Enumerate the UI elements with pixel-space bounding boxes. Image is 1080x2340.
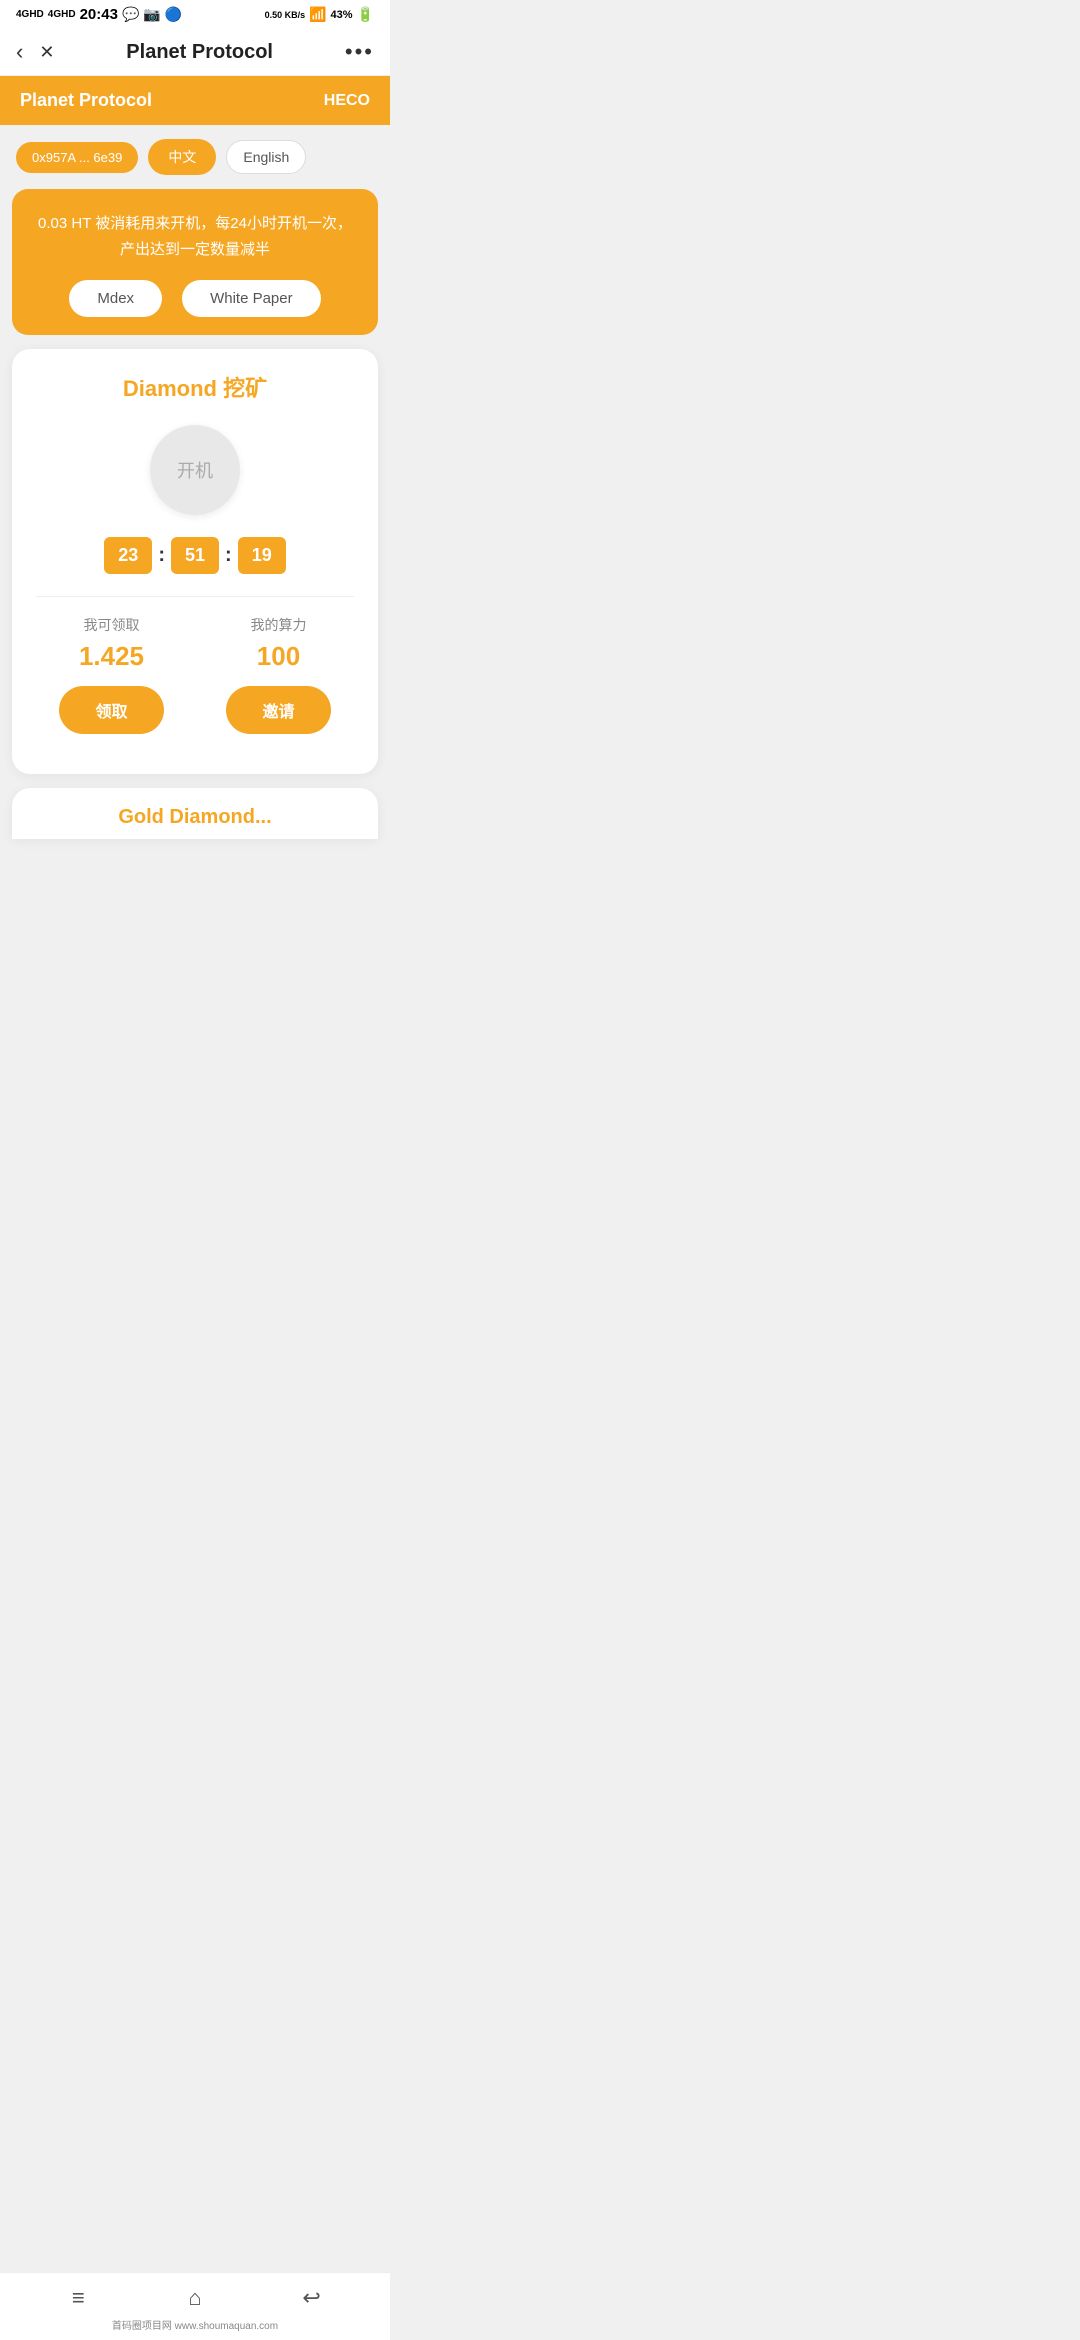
power-value: 100: [226, 641, 330, 672]
power-stat: 我的算力 100 邀请: [226, 615, 330, 734]
menu-icon[interactable]: ≡: [58, 2283, 98, 2313]
nav-left-icons: ‹ ✕: [16, 39, 54, 65]
close-button[interactable]: ✕: [39, 42, 54, 63]
mdex-button[interactable]: Mdex: [69, 280, 162, 317]
banner-chain: HECO: [324, 92, 370, 110]
nav-bar: ‹ ✕ Planet Protocol •••: [0, 29, 390, 76]
back-button[interactable]: ‹: [16, 39, 23, 65]
info-card-buttons: Mdex White Paper: [32, 280, 358, 317]
banner-title: Planet Protocol: [20, 90, 152, 111]
status-time: 20:43: [80, 6, 118, 23]
power-label: 我的算力: [226, 615, 330, 635]
timer-minutes: 51: [171, 537, 219, 574]
wifi-icon: 📶: [309, 6, 326, 23]
battery-icon: 🔋: [357, 6, 374, 23]
status-right: 0.50 KB/s 📶 43% 🔋: [265, 6, 374, 23]
watermark: 首码圈项目网 www.shoumaquan.com: [112, 2317, 278, 2332]
back-nav-icon[interactable]: ↩: [292, 2283, 332, 2313]
mining-card: Diamond 挖矿 开机 23 : 51 : 19 我可领取 1.425 领取…: [12, 349, 378, 774]
white-paper-button[interactable]: White Paper: [182, 280, 321, 317]
stats-row: 我可领取 1.425 领取 我的算力 100 邀请: [28, 615, 362, 734]
earnings-value: 1.425: [59, 641, 163, 672]
timer-hours: 23: [104, 537, 152, 574]
timer-seconds: 19: [238, 537, 286, 574]
claim-button[interactable]: 领取: [59, 686, 163, 734]
battery-text: 43%: [331, 9, 353, 21]
signal-1: 4GHD: [16, 9, 44, 20]
info-card: 0.03 HT 被消耗用来开机，每24小时开机一次，产出达到一定数量减半 Mde…: [12, 189, 378, 335]
more-button[interactable]: •••: [345, 39, 374, 65]
lang-zh-button[interactable]: 中文: [148, 139, 216, 175]
controls-row: 0x957A ... 6e39 中文 English: [0, 125, 390, 189]
info-card-text: 0.03 HT 被消耗用来开机，每24小时开机一次，产出达到一定数量减半: [32, 211, 358, 262]
bottom-nav-icons: ≡ ⌂ ↩: [0, 2283, 390, 2313]
lang-en-button[interactable]: English: [226, 140, 306, 174]
notification-icon: 📷: [143, 6, 160, 23]
status-bar: 4GHD 4GHD 20:43 💬 📷 🔵 0.50 KB/s 📶 43% 🔋: [0, 0, 390, 29]
divider: [36, 596, 354, 597]
power-button[interactable]: 开机: [150, 425, 240, 515]
partial-card: Gold Diamond...: [12, 788, 378, 839]
header-banner: Planet Protocol HECO: [0, 76, 390, 125]
partial-card-title: Gold Diamond...: [28, 806, 362, 829]
mining-title: Diamond 挖矿: [28, 371, 362, 403]
earnings-label: 我可领取: [59, 615, 163, 635]
network-speed: 0.50 KB/s: [265, 10, 306, 20]
earnings-stat: 我可领取 1.425 领取: [59, 615, 163, 734]
address-button[interactable]: 0x957A ... 6e39: [16, 142, 138, 173]
timer-colon-2: :: [225, 544, 232, 567]
status-left: 4GHD 4GHD 20:43 💬 📷 🔵: [16, 6, 182, 23]
timer-row: 23 : 51 : 19: [28, 537, 362, 574]
timer-colon-1: :: [158, 544, 165, 567]
app-icon: 🔵: [165, 6, 182, 23]
bottom-bar: ≡ ⌂ ↩ 首码圈项目网 www.shoumaquan.com: [0, 2272, 390, 2340]
wechat-icon: 💬: [122, 6, 139, 23]
home-icon[interactable]: ⌂: [175, 2283, 215, 2313]
signal-2: 4GHD: [48, 9, 76, 20]
power-button-wrap: 开机: [28, 425, 362, 515]
page-title: Planet Protocol: [126, 41, 273, 64]
invite-button[interactable]: 邀请: [226, 686, 330, 734]
